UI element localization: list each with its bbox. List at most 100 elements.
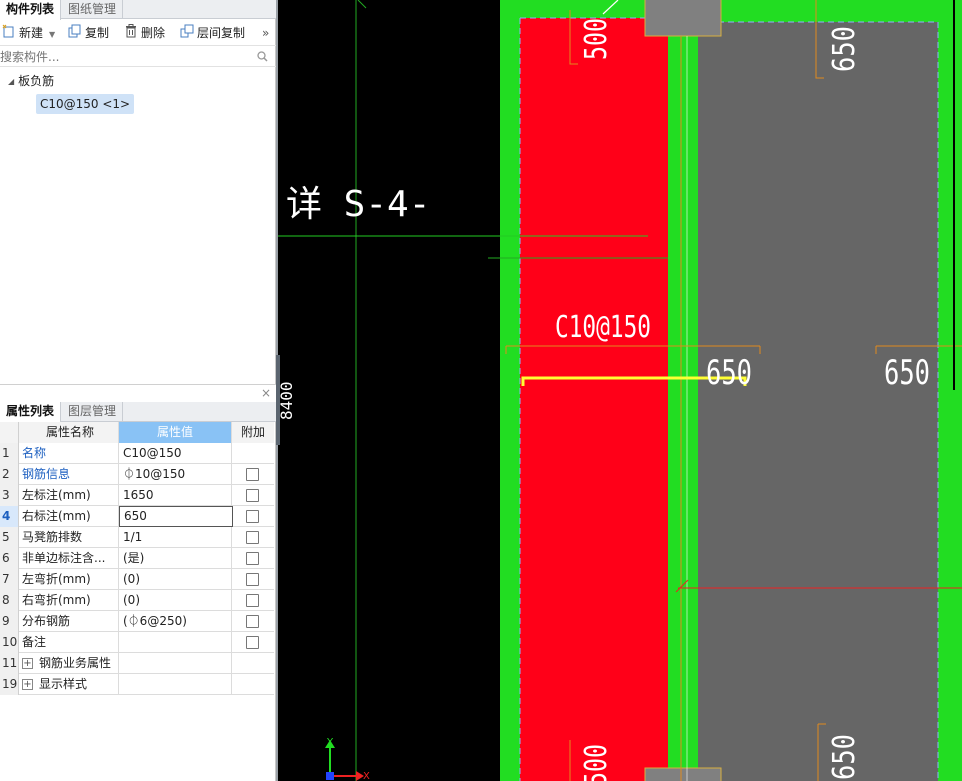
copy-button[interactable]: 复制	[68, 23, 109, 43]
header-name: 属性名称	[19, 422, 119, 443]
tab-property-list[interactable]: 属性列表	[0, 402, 62, 422]
checkbox[interactable]	[246, 531, 259, 544]
table-row[interactable]: 19 + 显示样式	[0, 674, 274, 695]
new-label: 新建	[19, 26, 44, 40]
row-value[interactable]: (0)	[119, 569, 232, 590]
row-value[interactable]: C10@150	[119, 443, 232, 464]
row-name-text: 钢筋业务属性	[39, 656, 112, 670]
more-button[interactable]: »	[262, 23, 269, 43]
cad-canvas[interactable]: 详 S-4- C10@150 650 650 500 650 500 650 8…	[278, 0, 962, 781]
header-extra: 附加	[232, 422, 274, 443]
table-row[interactable]: 6 非单边标注含... (是)	[0, 548, 274, 569]
row-name: 马凳筋排数	[19, 527, 119, 548]
table-row[interactable]: 5 马凳筋排数 1/1	[0, 527, 274, 548]
tree-node-root[interactable]: ◢ 板负筋	[8, 72, 54, 90]
row-num: 7	[0, 569, 19, 590]
checkbox[interactable]	[246, 468, 259, 481]
value-edit-field[interactable]: 650	[119, 506, 233, 527]
table-row[interactable]: 8 右弯折(mm) (0)	[0, 590, 274, 611]
slab-zone-gray[interactable]	[698, 22, 938, 781]
rebar-label[interactable]: C10@150	[555, 310, 651, 345]
row-value[interactable]: (⏀6@250)	[119, 611, 232, 632]
table-row[interactable]: 9 分布钢筋 (⏀6@250)	[0, 611, 274, 632]
row-extra	[232, 590, 274, 611]
expand-icon[interactable]: +	[22, 658, 33, 669]
row-num: 1	[0, 443, 19, 464]
row-extra	[232, 632, 274, 653]
row-name[interactable]: + 钢筋业务属性	[19, 653, 119, 674]
checkbox[interactable]	[246, 489, 259, 502]
close-icon[interactable]: ×	[261, 386, 271, 400]
table-row[interactable]: 3 左标注(mm) 1650	[0, 485, 274, 506]
dim-label-mid-right[interactable]: 650	[884, 353, 930, 393]
tree-node-selected[interactable]: C10@150 <1>	[36, 94, 135, 114]
axis-y-label: Y	[326, 737, 334, 748]
row-name: 分布钢筋	[19, 611, 119, 632]
row-value[interactable]: ⏀10@150	[119, 464, 232, 485]
panel-splitter[interactable]: ×	[0, 384, 276, 402]
checkbox[interactable]	[246, 594, 259, 607]
new-button[interactable]: 新建 ▼	[2, 23, 55, 43]
dim-label-bottom-left[interactable]: 500	[579, 744, 614, 781]
dim-label-bottom-right[interactable]: 650	[827, 734, 862, 780]
detail-label[interactable]: 详 S-4-	[286, 184, 430, 225]
expand-icon[interactable]: +	[22, 679, 33, 690]
header-value: 属性值	[119, 422, 232, 443]
delete-label: 删除	[141, 26, 166, 40]
row-name: 右弯折(mm)	[19, 590, 119, 611]
dim-label-top-right[interactable]: 650	[827, 26, 862, 72]
table-row[interactable]: 2 钢筋信息 ⏀10@150	[0, 464, 274, 485]
checkbox[interactable]	[246, 615, 259, 628]
header-num	[0, 422, 19, 443]
row-name: 备注	[19, 632, 119, 653]
cad-drawing[interactable]: 详 S-4- C10@150 650 650 500 650 500 650 8…	[278, 0, 962, 781]
row-name: 左标注(mm)	[19, 485, 119, 506]
search-icon[interactable]	[257, 51, 268, 65]
search-input[interactable]	[0, 47, 250, 66]
row-value[interactable]: (0)	[119, 590, 232, 611]
row-value[interactable]: (是)	[119, 548, 232, 569]
grid-header: 属性名称 属性值 附加	[0, 422, 274, 443]
collapse-handle[interactable]	[276, 355, 280, 445]
row-name: 钢筋信息	[19, 464, 119, 485]
tab-layer-management[interactable]: 图层管理	[62, 402, 124, 421]
table-row[interactable]: 7 左弯折(mm) (0)	[0, 569, 274, 590]
row-name-text: 显示样式	[39, 677, 88, 691]
chevron-down-icon[interactable]: ▼	[49, 25, 55, 45]
checkbox[interactable]	[246, 552, 259, 565]
row-num: 11	[0, 653, 19, 674]
tree-root-label: 板负筋	[18, 74, 55, 88]
row-value[interactable]: 1650	[119, 485, 232, 506]
row-num: 3	[0, 485, 19, 506]
row-name[interactable]: + 显示样式	[19, 674, 119, 695]
row-num: 6	[0, 548, 19, 569]
new-icon	[2, 24, 16, 44]
row-num: 9	[0, 611, 19, 632]
component-search	[0, 47, 276, 67]
row-extra	[232, 506, 274, 527]
floor-copy-icon	[180, 24, 194, 44]
row-num: 2	[0, 464, 19, 485]
checkbox[interactable]	[246, 636, 259, 649]
checkbox[interactable]	[246, 510, 259, 523]
side-dim-label[interactable]: 8400	[278, 381, 296, 420]
row-value[interactable]	[119, 632, 232, 653]
checkbox[interactable]	[246, 573, 259, 586]
row-extra	[232, 548, 274, 569]
delete-button[interactable]: 删除	[124, 23, 165, 43]
table-row[interactable]: 1 名称 C10@150	[0, 443, 274, 464]
dim-label-mid-left[interactable]: 650	[706, 353, 752, 393]
column-bottom[interactable]	[644, 767, 722, 781]
row-value[interactable]: 1/1	[119, 527, 232, 548]
floor-copy-button[interactable]: 层间复制	[180, 23, 245, 43]
row-num: 19	[0, 674, 19, 695]
table-row[interactable]: 4 右标注(mm) 650	[0, 506, 274, 527]
dim-label-top-left[interactable]: 500	[579, 18, 614, 60]
column-top[interactable]	[644, 0, 722, 37]
tab-drawing-management[interactable]: 图纸管理	[62, 0, 124, 19]
tab-component-list[interactable]: 构件列表	[0, 0, 62, 20]
rebar-zone-red[interactable]	[520, 18, 668, 781]
table-row[interactable]: 11 + 钢筋业务属性	[0, 653, 274, 674]
table-row[interactable]: 10 备注	[0, 632, 274, 653]
collapse-arrow-icon[interactable]: ◢	[8, 73, 14, 91]
